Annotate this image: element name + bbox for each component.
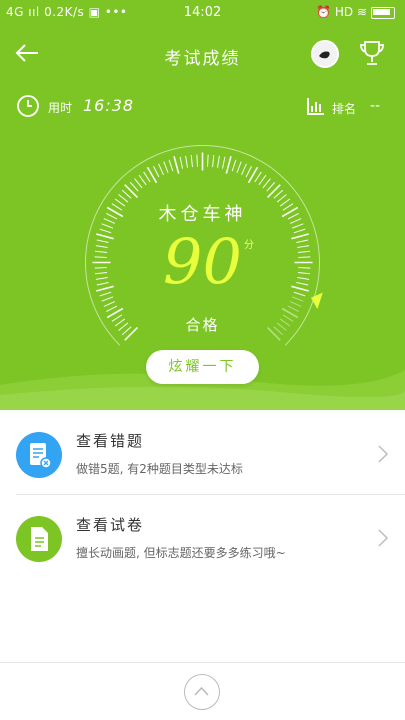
bottom-divider	[0, 662, 405, 663]
avatar[interactable]	[311, 40, 339, 68]
list-item-desc: 擅长动画题, 但标志题还要多多练习哦~	[76, 546, 286, 560]
status-right-text: ⏰ HD ≋	[316, 5, 367, 19]
gauge-tick	[185, 155, 188, 168]
gauge-tick	[121, 189, 132, 199]
list-item-wrong-questions[interactable]: 查看错题 做错5题, 有2种题目类型未达标	[0, 410, 405, 500]
pass-result: 合格	[185, 316, 220, 334]
list-item-exam-paper[interactable]: 查看试卷 擅长动画题, 但标志题还要多多练习哦~	[0, 494, 405, 584]
gauge-tick	[134, 178, 143, 189]
gauge-tick	[221, 156, 226, 169]
gauge-tick	[266, 181, 276, 192]
trophy-icon[interactable]	[357, 38, 387, 68]
gauge-tick	[158, 163, 164, 176]
gauge-tick	[168, 159, 174, 172]
gauge-tick	[245, 166, 252, 178]
gauge-tick	[289, 301, 302, 307]
page-title: 考试成绩	[164, 49, 241, 69]
gauge-tick	[262, 178, 271, 189]
gauge-tick	[266, 184, 281, 199]
score-value: 90	[163, 225, 242, 298]
gauge-tick	[179, 156, 184, 169]
gauge-tick	[212, 155, 215, 168]
status-bar: 4G ııl 0.2K/s ▣ ••• 14:02 ⏰ HD ≋	[0, 0, 405, 24]
gauge-tick	[273, 189, 284, 199]
gauge-tick	[103, 301, 116, 307]
gauge-tick	[163, 161, 169, 174]
scroll-up-button[interactable]	[184, 674, 220, 710]
list-item-desc: 做错5题, 有2种题目类型未达标	[76, 462, 243, 476]
rank-value: --	[370, 98, 381, 114]
bar-chart-icon	[307, 98, 324, 115]
battery-icon	[371, 6, 395, 19]
gauge-tick	[143, 171, 151, 183]
score-unit: 分	[244, 240, 254, 251]
gauge-tick	[106, 305, 118, 312]
gauge-tick	[236, 161, 242, 174]
gauge-tick	[207, 154, 209, 167]
gauge-tick	[258, 174, 267, 186]
exam-paper-icon	[16, 516, 62, 562]
chevron-right-icon	[378, 445, 389, 463]
gauge-tick	[241, 163, 247, 176]
gauge-tick	[153, 166, 160, 178]
avatar-image	[313, 42, 337, 66]
gauge-tick	[217, 155, 220, 168]
rank: 排名 --	[306, 96, 396, 118]
gauge-tick	[138, 174, 147, 186]
gauge-tick	[173, 156, 180, 174]
gauge-tick	[190, 155, 193, 168]
gauge-tick	[287, 305, 299, 312]
rank-label: 排名	[332, 102, 357, 116]
wrong-questions-icon	[16, 432, 62, 478]
list-item-title: 查看错题	[76, 432, 145, 450]
time-used-value: 16:38	[83, 96, 135, 115]
gauge-tick	[129, 181, 139, 192]
show-off-button[interactable]: 炫耀一下	[146, 350, 259, 384]
list-item-title: 查看试卷	[76, 516, 145, 534]
gauge-tick	[254, 171, 262, 183]
gauge-tick	[231, 159, 237, 172]
result-panel: 4G ııl 0.2K/s ▣ ••• 14:02 ⏰ HD ≋ 考试成绩 用时…	[0, 0, 405, 410]
time-used-label: 用时	[48, 101, 73, 115]
header: 考试成绩	[0, 30, 405, 76]
gauge-tick	[225, 156, 232, 174]
gauge-tick	[124, 184, 139, 199]
chevron-up-icon	[194, 686, 209, 696]
gauge-tick	[196, 154, 198, 167]
chevron-right-icon	[378, 529, 389, 547]
status-right: ⏰ HD ≋	[316, 5, 395, 19]
clock-icon	[17, 95, 39, 117]
gauge-title: 木仓车神	[158, 204, 247, 225]
